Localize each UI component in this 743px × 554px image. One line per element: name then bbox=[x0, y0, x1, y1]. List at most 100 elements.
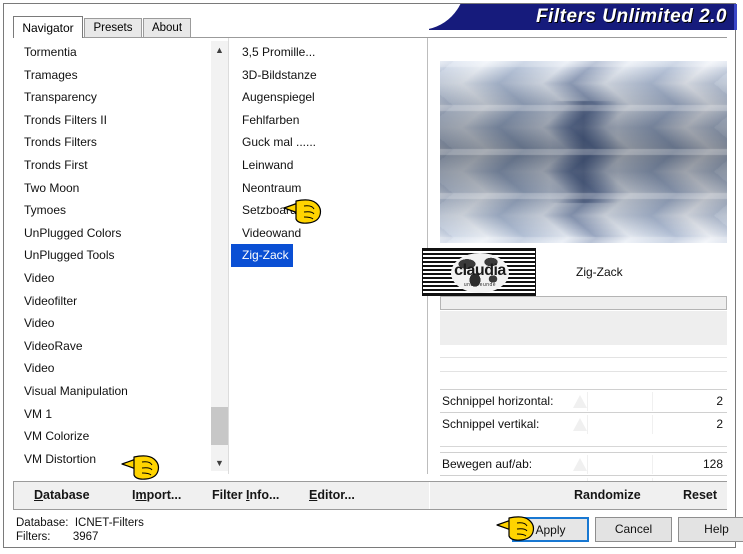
slider-marker[interactable] bbox=[573, 418, 587, 431]
category-list-item[interactable]: Two Moon bbox=[13, 177, 207, 200]
preset-list-row[interactable]: Setzboard bbox=[231, 199, 427, 222]
preset-list-item[interactable]: Augenspiegel bbox=[231, 86, 427, 109]
preset-list-item[interactable]: Leinwand bbox=[231, 154, 427, 177]
category-list-item[interactable]: Video bbox=[13, 312, 207, 335]
scroll-up-icon[interactable]: ▲ bbox=[211, 41, 228, 58]
category-list-item-label: Two Moon bbox=[24, 180, 80, 195]
category-list-item[interactable]: Tronds Filters bbox=[13, 131, 207, 154]
status-bar: Database: ICNET-Filters Filters: 3967 Ap… bbox=[4, 513, 743, 547]
preset-list-row[interactable]: 3D-Bildstanze bbox=[231, 64, 427, 87]
preset-list-row[interactable]: Leinwand bbox=[231, 154, 427, 177]
filter-preset-list[interactable]: 3,5 Promille... 3D-Bildstanze Augenspiegel… bbox=[231, 41, 427, 471]
preset-list-item[interactable]: Zig-Zack bbox=[231, 244, 293, 267]
category-list-item[interactable]: Tymoes bbox=[13, 199, 207, 222]
preset-list-row[interactable]: Neontraum bbox=[231, 177, 427, 200]
preset-empty-area bbox=[440, 311, 727, 345]
category-list-item[interactable]: VM Stylize bbox=[13, 470, 207, 471]
tab-presets[interactable]: Presets bbox=[84, 18, 142, 38]
editor-button[interactable]: Editor... bbox=[309, 488, 355, 502]
slider-label: Schnippel horizontal: bbox=[442, 394, 554, 408]
status-database-value: ICNET-Filters bbox=[74, 517, 144, 529]
slider-value: 2 bbox=[716, 394, 723, 408]
database-button[interactable]: Database bbox=[34, 488, 90, 502]
category-list-item-label: Transparency bbox=[24, 90, 97, 105]
category-list-item-label: Video bbox=[24, 316, 55, 331]
category-list-item-label: Tronds First bbox=[24, 157, 88, 172]
claudia-logo-thumbnail[interactable]: claudia und freunde bbox=[422, 248, 536, 296]
current-filter-name: Zig-Zack bbox=[576, 265, 623, 279]
preset-list-item[interactable]: Neontraum bbox=[231, 177, 427, 200]
import-button[interactable]: Import... bbox=[132, 488, 181, 502]
category-list-item[interactable]: UnPlugged Tools bbox=[13, 244, 207, 267]
category-list-item-label: VM Colorize bbox=[24, 429, 90, 444]
tab-navigator[interactable]: Navigator bbox=[13, 16, 83, 38]
slider-marker[interactable] bbox=[573, 395, 587, 408]
tab-presets-label: Presets bbox=[93, 22, 133, 34]
randomize-button[interactable]: Randomize bbox=[574, 488, 641, 502]
category-list-item[interactable]: UnPlugged Colors bbox=[13, 222, 207, 245]
category-list-item[interactable]: Transparency bbox=[13, 86, 207, 109]
preset-list-row[interactable]: 3,5 Promille... bbox=[231, 41, 427, 64]
preset-list-item[interactable]: Videowand bbox=[231, 222, 427, 245]
scrollbar-thumb[interactable] bbox=[211, 407, 228, 445]
category-list-item[interactable]: Videofilter bbox=[13, 290, 207, 313]
preset-list-row[interactable]: Zig-Zack bbox=[231, 244, 427, 267]
preset-list-item[interactable]: Guck mal ...... bbox=[231, 131, 427, 154]
status-filters-row: Filters: 3967 bbox=[16, 530, 144, 544]
category-list-item[interactable]: VM Distortion bbox=[13, 448, 207, 471]
category-list-item[interactable]: VideoRave bbox=[13, 335, 207, 358]
category-list-item[interactable]: Tramages bbox=[13, 64, 207, 87]
category-list-item[interactable]: VM Colorize bbox=[13, 425, 207, 448]
category-list-item-label: Visual Manipulation bbox=[24, 383, 128, 398]
category-list-item[interactable]: VM 1 bbox=[13, 403, 207, 426]
category-list-item[interactable]: Video bbox=[13, 357, 207, 380]
filter-preview-image[interactable] bbox=[440, 61, 727, 243]
category-list-item[interactable]: Visual Manipulation bbox=[13, 380, 207, 403]
category-list-item-label: Tramages bbox=[24, 67, 78, 82]
category-list-item[interactable]: Tronds First bbox=[13, 154, 207, 177]
category-list-item-label: Tymoes bbox=[24, 203, 67, 218]
category-list-item[interactable]: Tormentia bbox=[13, 41, 207, 64]
preview-panel: claudia und freunde Zig-Zack Schnippel h… bbox=[422, 38, 727, 497]
preset-list-item[interactable]: 3,5 Promille... bbox=[231, 41, 427, 64]
filter-category-list[interactable]: Tormentia Tramages Transparency Tronds Filt… bbox=[13, 41, 207, 471]
slider-schnippel-vertikal[interactable]: Schnippel vertikal: 2 bbox=[440, 412, 727, 435]
category-list-item[interactable]: Video bbox=[13, 267, 207, 290]
preset-list-row[interactable]: Videowand bbox=[231, 222, 427, 245]
import-button-label: port... bbox=[146, 488, 182, 502]
banner-edge-decoration bbox=[734, 4, 737, 30]
reset-button[interactable]: Reset bbox=[683, 488, 717, 502]
apply-button[interactable]: Apply bbox=[512, 517, 589, 542]
help-button[interactable]: Help bbox=[678, 517, 743, 542]
category-list-item-label: UnPlugged Colors bbox=[24, 225, 122, 240]
slider-bewegen-auf-ab[interactable]: Bewegen auf/ab: 128 bbox=[440, 452, 727, 475]
panel-spacer bbox=[440, 345, 727, 389]
filters-unlimited-window: Filters Unlimited 2.0 Navigator Presets … bbox=[0, 0, 743, 554]
preset-list-row[interactable]: Guck mal ...... bbox=[231, 131, 427, 154]
tabstrip: Navigator Presets About bbox=[13, 16, 727, 38]
slider-schnippel-horizontal[interactable]: Schnippel horizontal: 2 bbox=[440, 389, 727, 412]
preset-scroll-track[interactable] bbox=[440, 296, 727, 310]
filter-info-button[interactable]: Filter Info... bbox=[212, 488, 279, 502]
cancel-button[interactable]: Cancel bbox=[595, 517, 672, 542]
category-list-item[interactable]: Tronds Filters II bbox=[13, 109, 207, 132]
status-filters-value: 3967 bbox=[72, 531, 99, 543]
category-list-scrollbar[interactable]: ▲ ▼ bbox=[211, 41, 228, 471]
list-divider-left bbox=[228, 38, 229, 474]
logo-word: claudia bbox=[454, 262, 506, 279]
scroll-down-icon[interactable]: ▼ bbox=[211, 454, 228, 471]
category-list-item-label: Video bbox=[24, 361, 55, 376]
preset-list-item[interactable]: 3D-Bildstanze bbox=[231, 64, 427, 87]
slider-label: Bewegen auf/ab: bbox=[442, 457, 533, 471]
status-database-row: Database: ICNET-Filters bbox=[16, 516, 144, 530]
status-database-label: Database: bbox=[16, 517, 69, 529]
preset-list-item[interactable]: Fehlfarben bbox=[231, 109, 427, 132]
tab-about[interactable]: About bbox=[143, 18, 191, 38]
preset-list-row[interactable]: Fehlfarben bbox=[231, 109, 427, 132]
slider-marker[interactable] bbox=[573, 458, 587, 471]
category-list-item-label: Video bbox=[24, 270, 55, 285]
category-list-item-label: UnPlugged Tools bbox=[24, 248, 115, 263]
tab-about-label: About bbox=[151, 22, 183, 34]
preset-list-row[interactable]: Augenspiegel bbox=[231, 86, 427, 109]
preset-list-item[interactable]: Setzboard bbox=[231, 199, 427, 222]
